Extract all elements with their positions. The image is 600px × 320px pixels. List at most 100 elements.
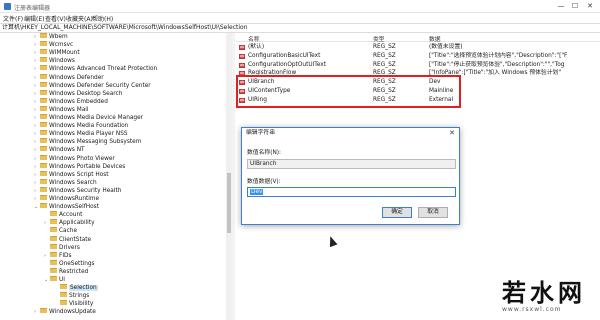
tree-item[interactable]: › Windows Media Foundation — [34, 122, 128, 130]
tree-item[interactable]: › Windows Script Host — [34, 170, 109, 179]
folder-icon — [40, 146, 47, 152]
folder-icon — [40, 89, 47, 95]
tree-item[interactable]: › Windows Desktop Search — [34, 89, 123, 98]
tree-item-label: WindowsRuntime — [49, 196, 100, 202]
value-row[interactable]: ab (默认) REG_SZ (数值未设置) — [236, 43, 600, 52]
edit-string-dialog: 编辑字符串 ✕ 数值名称(N): UIBranch 数值数据(V): Dev 确… — [241, 127, 460, 225]
address-bar[interactable]: 计算机\HKEY_LOCAL_MACHINE\SOFTWARE\Microsof… — [0, 23, 600, 33]
value-data: ["Title":"停止获取预览体验","Description":"","To… — [429, 61, 565, 68]
tree-item[interactable]: ⌄ WindowsSelfHost — [34, 203, 99, 211]
column-type-header[interactable]: 类型 — [373, 34, 385, 43]
value-name: (默认) — [248, 44, 265, 50]
value-name-field: UIBranch — [247, 159, 456, 169]
tree-item[interactable]: Account — [44, 211, 82, 219]
tree-item[interactable]: › Windows Defender Security Center — [34, 81, 151, 90]
menu-view[interactable]: 查看(V) — [45, 14, 66, 23]
minimize-button[interactable]: — — [556, 2, 566, 11]
value-data-label: 数值数据(V): — [247, 179, 281, 185]
tree-item[interactable]: › Applicability — [44, 219, 95, 227]
scrollbar-thumb[interactable] — [227, 173, 231, 233]
menu-favorites[interactable]: 收藏夹(A) — [66, 14, 93, 23]
string-value-icon: ab — [239, 62, 245, 68]
tree-item[interactable]: OneSettings — [44, 259, 95, 268]
tree-item-label: Drivers — [59, 244, 80, 251]
tree-item[interactable]: › Windows Messaging Subsystem — [34, 138, 141, 146]
tree-item-label: Cache — [59, 228, 78, 235]
cancel-button[interactable]: 取消 — [418, 207, 448, 218]
tree-item[interactable]: Drivers — [44, 243, 80, 252]
ok-button[interactable]: 确定 — [382, 207, 412, 218]
folder-icon — [50, 235, 57, 241]
folder-icon — [50, 211, 57, 217]
tree-item[interactable]: › Windows Advanced Threat Protection — [34, 65, 157, 73]
menu-edit[interactable]: 编辑(E) — [24, 14, 44, 23]
tree-item[interactable]: › Windows Search — [34, 178, 97, 187]
tree-item[interactable]: › Wbem — [34, 33, 68, 41]
watermark-url: www.rsxwl.com — [502, 306, 562, 313]
value-type: REG_SZ — [373, 52, 396, 59]
tree-item[interactable]: › Windows NT — [34, 146, 85, 154]
value-data: ["Title":"选择预览体验计划内容","Description":"["F — [429, 52, 568, 59]
folder-icon — [60, 284, 67, 290]
value-name: ConfigurationBasicUIText — [248, 52, 321, 59]
maximize-button[interactable]: ☐ — [570, 2, 580, 11]
tree-item[interactable]: Strings — [54, 292, 89, 300]
tree-item[interactable]: Restricted — [44, 267, 88, 276]
tree-item[interactable]: › WindowsRuntime — [34, 195, 99, 203]
column-name-header[interactable]: 名称 — [248, 34, 260, 43]
folder-icon — [40, 308, 47, 314]
tree-item-label: Windows Desktop Search — [49, 90, 123, 97]
folder-icon — [40, 49, 47, 55]
folder-icon — [40, 138, 47, 144]
tree-item[interactable]: › Windows Media Player NSS — [34, 130, 128, 138]
mouse-cursor-icon — [326, 234, 338, 248]
folder-icon — [40, 203, 47, 209]
window-title: 注册表编辑器 — [14, 5, 51, 12]
tree-item[interactable]: › Windows Embedded — [34, 97, 108, 106]
tree-item[interactable]: › WIMMount — [34, 49, 80, 57]
registry-tree[interactable]: › Wbem › Wcmsvc › WIMMount › Windows › Windows Ad… — [0, 33, 232, 320]
value-list-header: 名称 类型 数据 — [236, 33, 600, 43]
tree-item[interactable]: › Windows Media Device Manager — [34, 114, 143, 122]
value-data-input[interactable]: Dev — [247, 187, 456, 197]
folder-icon — [40, 105, 47, 111]
tree-item-label: Windows Portable Devices — [49, 163, 126, 170]
menu-help[interactable]: 帮助(H) — [92, 14, 113, 23]
tree-item[interactable]: ⌄ UI — [44, 276, 65, 284]
tree-item[interactable]: ClientState — [44, 235, 91, 244]
tree-item[interactable]: › Windows Defender — [34, 73, 104, 82]
tree-item-label: FIDs — [59, 252, 72, 259]
tree-item[interactable]: › Windows Security Health — [34, 186, 121, 195]
close-button[interactable]: ✕ — [585, 2, 595, 11]
menu-file[interactable]: 文件(F) — [3, 14, 23, 23]
folder-icon — [50, 251, 57, 257]
folder-icon — [50, 219, 57, 225]
tree-item-label: Applicability — [59, 220, 95, 227]
pane-splitter[interactable] — [232, 33, 235, 320]
column-data-header[interactable]: 数据 — [429, 34, 441, 43]
value-row[interactable]: ab ConfigurationBasicUIText REG_SZ ["Title"… — [236, 52, 600, 61]
tree-item-label: Windows Defender Security Center — [49, 82, 151, 89]
folder-icon — [60, 300, 67, 306]
folder-icon — [40, 65, 47, 71]
tree-item[interactable]: Selection — [54, 284, 98, 292]
tree-item[interactable]: › Wcmsvc — [34, 41, 73, 49]
tree-item-label: WindowsUpdate — [49, 309, 96, 316]
folder-icon — [40, 57, 47, 63]
tree-item[interactable]: › Windows Mail — [34, 105, 89, 114]
tree-item[interactable]: › FIDs — [44, 251, 72, 260]
tree-item[interactable]: Cache — [44, 227, 77, 235]
tree-item[interactable]: › WindowsUpdate — [34, 308, 96, 316]
tree-item[interactable]: › Windows — [34, 57, 75, 65]
string-value-icon: ab — [239, 45, 245, 50]
folder-icon — [40, 130, 47, 136]
folder-icon — [40, 33, 47, 38]
tree-item[interactable]: › Windows Portable Devices — [34, 162, 126, 171]
tree-item[interactable]: › Windows Photo Viewer — [34, 154, 115, 163]
value-row[interactable]: ab ConfigurationOptOutUIText REG_SZ ["Title… — [236, 61, 600, 70]
folder-icon — [40, 170, 47, 176]
dialog-close-icon[interactable]: ✕ — [449, 129, 455, 137]
tree-item-label: OneSettings — [59, 260, 95, 267]
folder-icon — [60, 292, 67, 298]
tree-item[interactable]: Visibility — [54, 300, 93, 308]
